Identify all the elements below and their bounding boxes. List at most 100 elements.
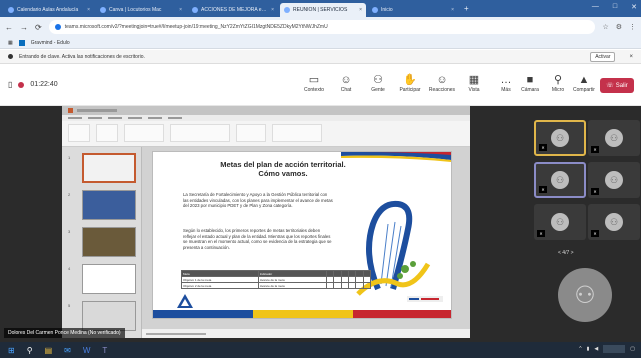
participant-tile[interactable]: ⚇ ✕ bbox=[588, 162, 640, 198]
mail-icon[interactable]: ✉ bbox=[64, 346, 71, 355]
participant-avatar-icon: ⚇ bbox=[551, 129, 569, 147]
slide-thumbnail[interactable] bbox=[82, 264, 136, 294]
tray-arrow-icon[interactable]: ^ bbox=[579, 346, 581, 352]
current-slide: Metas del plan de acción territorial. Có… bbox=[152, 151, 452, 319]
table-cell: Avance de la meta bbox=[257, 282, 327, 289]
participant-tile[interactable]: ⚇ ✕ bbox=[534, 120, 586, 156]
slide-thumbnail[interactable] bbox=[82, 301, 136, 331]
thumbnail-number: 5 bbox=[68, 303, 71, 308]
word-icon[interactable]: W bbox=[83, 346, 91, 355]
url-text: teams.microsoft.com/v2/?meetingjoin=true… bbox=[64, 24, 328, 30]
participant-tile[interactable]: ⚇ ✕ bbox=[588, 120, 640, 156]
close-tab-icon[interactable]: × bbox=[87, 7, 90, 13]
participant-avatar-icon: ⚇ bbox=[551, 171, 569, 189]
forward-icon[interactable]: → bbox=[20, 23, 28, 32]
participant-tile[interactable]: ⚇ ✕ bbox=[588, 204, 640, 240]
close-window-icon[interactable]: ✕ bbox=[631, 3, 637, 11]
ribbon-group bbox=[124, 124, 164, 142]
ribbon-tab bbox=[128, 117, 142, 119]
volume-icon[interactable]: ◀ bbox=[594, 346, 598, 352]
status-text bbox=[146, 332, 206, 335]
toolbar-button-cámara[interactable]: ■ Cámara bbox=[516, 73, 544, 93]
start-icon[interactable]: ⊞ bbox=[8, 346, 15, 355]
ribbon-tab bbox=[168, 117, 182, 119]
back-icon[interactable]: ← bbox=[5, 23, 13, 32]
participant-tile[interactable]: ⚇ ✕ bbox=[534, 162, 586, 198]
extensions-icon[interactable]: ⚙ bbox=[616, 23, 622, 31]
toolbar-icon: ☺ bbox=[340, 74, 352, 86]
network-icon[interactable]: ▮ bbox=[587, 346, 590, 352]
toolbar-button-compartir[interactable]: ▲ Compartir bbox=[570, 73, 598, 93]
table-cell: Objetivo 2 de la meta bbox=[181, 282, 259, 289]
tab-title: Calendario Aulas Andalucía bbox=[17, 7, 79, 13]
leave-label: Salir bbox=[615, 82, 628, 89]
toolbar-button-vista[interactable]: ▦ Vista bbox=[460, 73, 488, 93]
apps-icon[interactable]: ▦ bbox=[8, 40, 13, 46]
reload-icon[interactable]: ⟳ bbox=[35, 23, 42, 32]
new-tab-button[interactable]: + bbox=[464, 4, 469, 13]
maximize-icon[interactable]: □ bbox=[613, 3, 617, 11]
close-tab-icon[interactable]: × bbox=[179, 7, 182, 13]
ribbon-group bbox=[236, 124, 266, 142]
slide-thumbnail[interactable] bbox=[82, 153, 136, 183]
shared-screen: 1 2 3 4 5 Metas del plan de acción territori… bbox=[62, 106, 470, 338]
participant-gallery: < 4/7 > ⚇ ⚇ ✕ ⚇ ✕ ⚇ ✕ ⚇ ✕ ⚇ ✕ ⚇ ✕ bbox=[530, 106, 641, 342]
menu-icon[interactable]: ⋮ bbox=[629, 23, 636, 31]
thumbnail-number: 4 bbox=[68, 266, 71, 271]
table-cell bbox=[340, 282, 349, 289]
participant-avatar-icon: ⚇ bbox=[551, 213, 569, 231]
browser-tab[interactable]: REUNIÓN | SERVICIOS × bbox=[280, 3, 366, 17]
roster-icon[interactable]: ▯ bbox=[8, 80, 12, 89]
toolbar-label: Más bbox=[501, 87, 511, 93]
slide-thumbnail[interactable] bbox=[82, 190, 136, 220]
table-cell bbox=[355, 282, 364, 289]
minimize-icon[interactable]: — bbox=[592, 3, 599, 11]
browser-tab[interactable]: Canva | Locutorios Mac × bbox=[96, 3, 186, 17]
system-tray: ^ ▮ ◀ ▢ bbox=[579, 345, 635, 353]
bookmark-item[interactable]: Gravmind - Edulo bbox=[31, 40, 70, 46]
browser-tab[interactable]: Calendario Aulas Andalucía × bbox=[4, 3, 94, 17]
toolbar-button-reacciones[interactable]: ☺ Reacciones bbox=[428, 73, 456, 93]
toolbar-label: Reacciones bbox=[428, 87, 456, 93]
toolbar-button-chat[interactable]: ☺ Chat bbox=[332, 73, 360, 93]
close-tab-icon[interactable]: × bbox=[271, 7, 274, 13]
bookmark-star-icon[interactable]: ☆ bbox=[602, 23, 608, 31]
leave-button[interactable]: ☏ Salir bbox=[600, 78, 634, 93]
toolbar-label: Chat bbox=[340, 87, 352, 93]
toolbar-label: Vista bbox=[468, 87, 480, 93]
toolbar-icon: ⚇ bbox=[373, 74, 383, 86]
close-notification-icon[interactable]: × bbox=[629, 54, 633, 60]
toolbar-button-gente[interactable]: ⚇ Gente bbox=[364, 73, 392, 93]
gallery-pager[interactable]: < 4/7 > bbox=[558, 250, 574, 256]
toolbar-button-contexto[interactable]: ▭ Contexto bbox=[300, 73, 328, 93]
site-info-icon[interactable] bbox=[54, 24, 61, 30]
participant-tile[interactable]: ⚇ ✕ bbox=[534, 204, 586, 240]
toolbar-button-micro[interactable]: ⚲ Micro bbox=[544, 73, 572, 93]
title-placeholder bbox=[77, 109, 117, 112]
toolbar-button-participar[interactable]: ✋ Participar bbox=[396, 73, 424, 93]
activate-notifications-button[interactable]: Activar bbox=[590, 51, 616, 62]
close-tab-icon[interactable]: × bbox=[451, 7, 454, 13]
toolbar-icon: ☺ bbox=[436, 74, 448, 86]
search-icon[interactable]: ⚲ bbox=[27, 346, 33, 355]
browser-tab[interactable]: ACCIONES DE MEJORA educ × bbox=[188, 3, 278, 17]
clock[interactable] bbox=[603, 345, 626, 353]
slide-thumbnails: 1 2 3 4 5 bbox=[62, 147, 142, 338]
table-row: Objetivo 2 de la meta Avance de la meta bbox=[181, 282, 372, 289]
notifications-icon[interactable]: ▢ bbox=[630, 346, 635, 352]
tab-favicon bbox=[372, 7, 378, 13]
ribbon-group bbox=[170, 124, 230, 142]
participant-avatar-icon: ⚇ bbox=[605, 171, 623, 189]
slide-thumbnail[interactable] bbox=[82, 227, 136, 257]
toolbar-label: Compartir bbox=[573, 87, 595, 93]
browser-tab[interactable]: Inicio × bbox=[368, 3, 458, 17]
url-field[interactable]: teams.microsoft.com/v2/?meetingjoin=true… bbox=[48, 20, 596, 34]
presenter-name-caption: Dolores Del Carmen Ponce Medina (No veri… bbox=[4, 328, 125, 338]
tab-favicon bbox=[284, 7, 290, 13]
thumbnail-number: 3 bbox=[68, 229, 71, 234]
close-tab-icon[interactable]: × bbox=[359, 7, 362, 13]
toolbar-icon: ✋ bbox=[403, 74, 417, 86]
file-explorer-icon[interactable]: ▤ bbox=[45, 346, 53, 355]
teams-icon[interactable]: T bbox=[102, 346, 107, 355]
notification-text: Entrando de clave. Activa las notificaci… bbox=[19, 53, 145, 60]
